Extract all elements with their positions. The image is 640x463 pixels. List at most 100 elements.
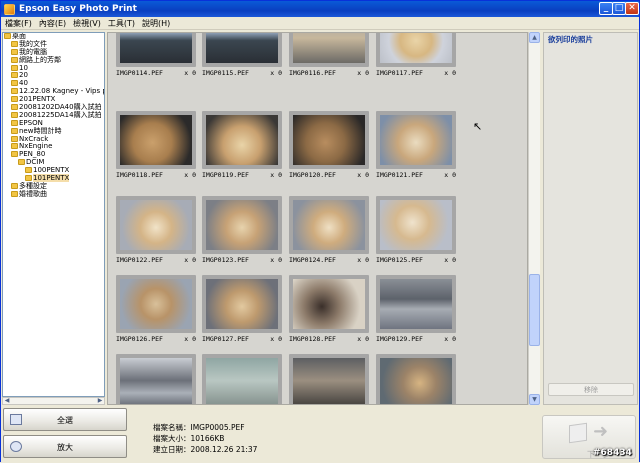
thumbnail-photo[interactable] <box>376 354 456 404</box>
thumbnail-print-count: x 0 <box>444 256 456 264</box>
thumbnail-photo[interactable] <box>289 196 369 254</box>
tree-item-label: 10 <box>19 63 28 72</box>
thumbnail-print-count: x 0 <box>357 256 369 264</box>
thumbnail-caption: IMGP0118.PEF x 0 <box>116 171 196 179</box>
folder-icon <box>11 111 18 118</box>
tree-item[interactable]: 婚禮歌曲 <box>3 189 104 199</box>
tree-item[interactable]: PEN_80 <box>3 150 104 159</box>
file-size-value: 10166KB <box>190 434 225 443</box>
thumbnail-photo[interactable] <box>289 111 369 169</box>
thumbnail-caption: IMGP0120.PEF x 0 <box>289 171 369 179</box>
thumbnail-caption: IMGP0115.PEF x 0 <box>202 69 282 77</box>
menu-edit[interactable]: 內容(E) <box>35 17 69 29</box>
thumbnail-print-count: x 0 <box>357 69 369 77</box>
menu-help[interactable]: 說明(H) <box>138 17 173 29</box>
scroll-left-icon[interactable]: ◀ <box>3 398 11 404</box>
thumbnail-caption: IMGP0117.PEF x 0 <box>376 69 456 77</box>
minimize-button[interactable]: _ <box>599 2 613 15</box>
folder-icon <box>11 80 18 87</box>
folder-icon <box>11 104 18 111</box>
thumbnail-filename: IMGP0122.PEF <box>116 256 163 264</box>
thumbnail-photo[interactable] <box>116 111 196 169</box>
menu-tools[interactable]: 工具(T) <box>104 17 138 29</box>
thumbnail-filename: IMGP0124.PEF <box>289 256 336 264</box>
folder-tree[interactable]: 桌面 我的文件 我的電腦 網路上的芳鄰 10 20 40 12.22.08 Kagney - … <box>2 32 105 397</box>
thumbnail-filename: IMGP0121.PEF <box>376 171 423 179</box>
folder-icon <box>11 127 18 134</box>
thumbnail-photo[interactable] <box>289 354 369 404</box>
tree-item-label: DCIM <box>26 158 45 167</box>
thumbnail-photo[interactable] <box>202 111 282 169</box>
tree-item-label: 桌面 <box>12 32 26 40</box>
thumbnail-photo[interactable] <box>376 275 456 333</box>
thumbnail-photo[interactable] <box>116 354 196 404</box>
folder-icon <box>11 88 18 95</box>
thumbnail-photo[interactable] <box>202 33 282 67</box>
thumbnail-photo[interactable] <box>289 275 369 333</box>
thumbnail-scrollbar[interactable]: ▲ ▼ <box>528 32 540 405</box>
title-bar[interactable]: Epson Easy Photo Print _ □ ✕ <box>1 1 639 17</box>
folder-icon <box>11 40 18 47</box>
watermark: #68434 <box>593 448 632 458</box>
thumbnail-photo[interactable] <box>116 196 196 254</box>
window-title: Epson Easy Photo Print <box>19 4 137 14</box>
file-name-value: IMGP0005.PEF <box>190 423 245 432</box>
scroll-right-icon[interactable]: ▶ <box>96 398 104 404</box>
folder-icon <box>11 96 18 103</box>
thumbnail-print-count: x 0 <box>184 171 196 179</box>
thumbnail-photo[interactable] <box>116 33 196 67</box>
thumbnail-caption: IMGP0121.PEF x 0 <box>376 171 456 179</box>
file-name-label: 檔案名稱： <box>153 423 191 432</box>
thumbnail-print-count: x 0 <box>184 256 196 264</box>
folder-icon <box>11 64 18 71</box>
tree-item-label: 婚禮歌曲 <box>19 189 47 198</box>
thumbnail-print-count: x 0 <box>270 256 282 264</box>
tree-item-label: 20081225DA14購入試拍 <box>19 110 102 119</box>
thumbnail-caption: IMGP0114.PEF x 0 <box>116 69 196 77</box>
folder-icon <box>11 151 18 158</box>
thumbnail-photo[interactable] <box>376 196 456 254</box>
thumbnail-caption: IMGP0116.PEF x 0 <box>289 69 369 77</box>
app-window: Epson Easy Photo Print _ □ ✕ 檔案(F) 內容(E)… <box>0 0 640 463</box>
thumbnail-caption: IMGP0128.PEF x 0 <box>289 335 369 343</box>
thumbnail-print-count: x 0 <box>444 171 456 179</box>
thumbnail-caption: IMGP0123.PEF x 0 <box>202 256 282 264</box>
thumbnail-filename: IMGP0129.PEF <box>376 335 423 343</box>
tree-item-label: 網路上的芳鄰 <box>19 55 61 64</box>
scroll-down-icon[interactable]: ▼ <box>529 394 540 405</box>
remove-button[interactable]: 移除 <box>548 383 634 396</box>
scrollbar-thumb[interactable] <box>529 274 540 346</box>
thumbnail-photo[interactable] <box>202 275 282 333</box>
thumbnail-filename: IMGP0119.PEF <box>202 171 249 179</box>
menu-file[interactable]: 檔案(F) <box>1 17 35 29</box>
mouse-cursor-icon: ↖ <box>473 120 483 133</box>
thumbnail-photo[interactable] <box>376 33 456 67</box>
thumbnail-print-count: x 0 <box>184 335 196 343</box>
thumbnail-photo[interactable] <box>116 275 196 333</box>
thumbnail-photo[interactable] <box>289 33 369 67</box>
maximize-button[interactable]: □ <box>612 2 626 15</box>
zoom-button[interactable]: 放大 <box>3 435 127 458</box>
menu-bar: 檔案(F) 內容(E) 檢視(V) 工具(T) 說明(H) <box>1 17 639 30</box>
menu-view[interactable]: 檢視(V) <box>69 17 104 29</box>
thumbnail-photo[interactable] <box>202 196 282 254</box>
folder-icon <box>11 143 18 150</box>
thumbnail-photo[interactable] <box>376 111 456 169</box>
thumbnail-filename: IMGP0118.PEF <box>116 171 163 179</box>
tree-item-label: 我的電腦 <box>19 47 47 56</box>
thumbnail-print-count: x 0 <box>357 171 369 179</box>
tree-horizontal-scrollbar[interactable]: ◀ ▶ <box>2 397 105 405</box>
tree-item-label: 101PENTX <box>33 174 70 183</box>
tree-item-label: 多種設定 <box>19 181 47 190</box>
thumbnail-caption: IMGP0122.PEF x 0 <box>116 256 196 264</box>
tree-item-label: 201PENTX <box>19 95 56 104</box>
thumbnail-print-count: x 0 <box>357 335 369 343</box>
folder-icon <box>11 56 18 63</box>
select-all-button[interactable]: 全選 <box>3 408 127 431</box>
close-button[interactable]: ✕ <box>625 2 639 15</box>
bottom-bar: 全選 放大 檔案名稱：IMGP0005.PEF 檔案大小：10166KB 建立日… <box>1 405 639 463</box>
thumbnail-photo[interactable] <box>202 354 282 404</box>
scroll-up-icon[interactable]: ▲ <box>529 32 540 43</box>
thumbnail-grid[interactable]: IMGP0114.PEF x 0 IMGP0115.PEF x 0 IMGP0116.P… <box>107 32 528 405</box>
file-date-value: 2008.12.26 21:37 <box>190 445 258 454</box>
